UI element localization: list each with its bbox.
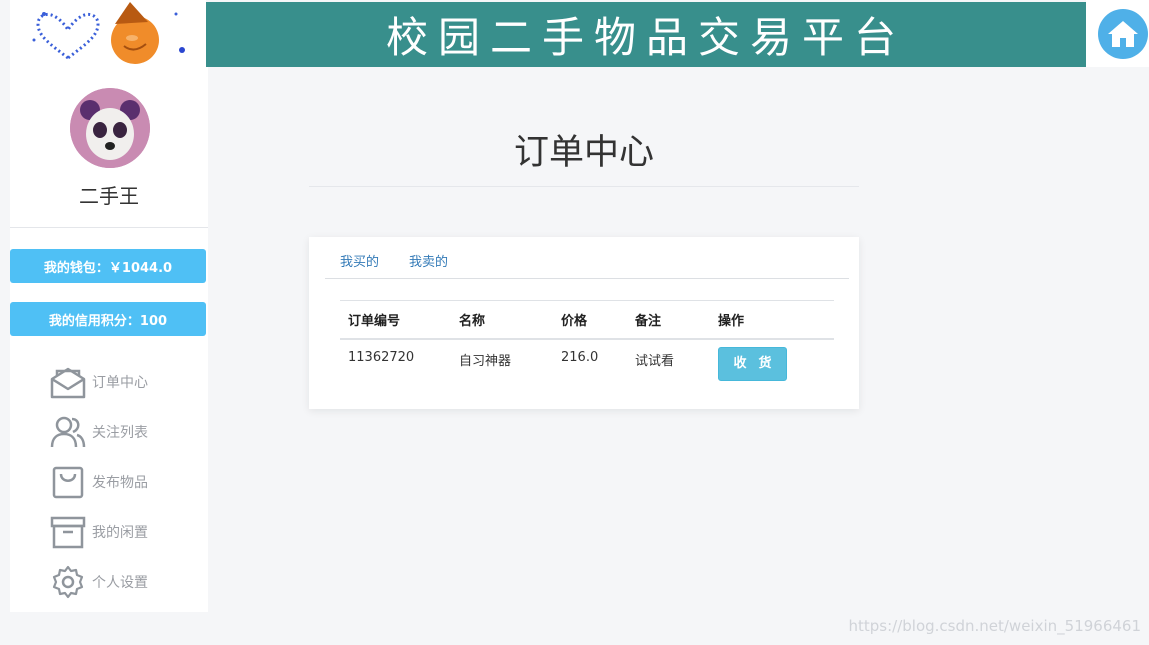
sidebar-item-follow-list[interactable]: 关注列表 (10, 407, 208, 457)
avatar[interactable] (70, 88, 150, 168)
page-title: 订单中心 (513, 133, 654, 173)
logo-graphic (32, 2, 185, 64)
order-number-cell: 11362720 (348, 349, 415, 365)
panda-avatar-image (70, 88, 150, 168)
site-banner-title: 校园二手物品交易平台 (206, 2, 1086, 67)
sidebar-item-label: 订单中心 (92, 375, 148, 391)
envelope-icon (49, 363, 87, 401)
orders-card: 我买的 我卖的 订单编号 名称 价格 备注 操作 11362720 自习神器 2… (309, 237, 859, 409)
orders-table: 订单编号 名称 价格 备注 操作 11362720 自习神器 216.0 试试看… (340, 300, 834, 381)
price-cell: 216.0 (561, 349, 599, 365)
title-divider (309, 186, 859, 187)
table-row: 11362720 自习神器 216.0 试试看 收货 (340, 339, 834, 381)
sidebar-item-order-center[interactable]: 订单中心 (10, 357, 208, 407)
tab-bought[interactable]: 我买的 (325, 237, 394, 278)
sidebar-item-my-idle[interactable]: 我的闲置 (10, 507, 208, 557)
order-tabs: 我买的 我卖的 (325, 237, 849, 279)
username: 二手王 (79, 184, 139, 208)
sidebar: 二手王 我的钱包：￥1044.0 我的信用积分：100 订单中心 关注列表 发布… (10, 67, 208, 612)
note-cell: 试试看 (635, 353, 675, 369)
column-header-price: 价格 (553, 300, 627, 340)
site-logo (10, 0, 206, 67)
bag-icon (49, 463, 87, 501)
sidebar-item-publish[interactable]: 发布物品 (10, 457, 208, 507)
table-header-row: 订单编号 名称 价格 备注 操作 (340, 300, 834, 340)
column-header-order-no: 订单编号 (340, 300, 451, 340)
tab-sold[interactable]: 我卖的 (394, 237, 463, 278)
sidebar-nav: 订单中心 关注列表 发布物品 我的闲置 个人设置 (10, 357, 208, 607)
sidebar-item-settings[interactable]: 个人设置 (10, 557, 208, 607)
sidebar-item-label: 关注列表 (92, 425, 148, 441)
archive-icon (49, 513, 87, 551)
sidebar-item-label: 个人设置 (92, 575, 148, 591)
divider (10, 227, 208, 228)
receive-goods-button[interactable]: 收货 (718, 346, 787, 381)
sidebar-item-label: 发布物品 (92, 475, 148, 491)
action-cell: 收货 (710, 339, 834, 381)
home-icon (1108, 21, 1138, 47)
sidebar-item-label: 我的闲置 (92, 525, 148, 541)
gear-icon (49, 563, 87, 601)
column-header-note: 备注 (627, 300, 710, 340)
item-name-cell: 自习神器 (459, 353, 512, 369)
watermark: https://blog.csdn.net/weixin_51966461 (848, 617, 1141, 635)
column-header-action: 操作 (710, 300, 834, 340)
users-icon (49, 413, 87, 451)
wallet-button[interactable]: 我的钱包：￥1044.0 (10, 249, 206, 283)
home-button[interactable] (1098, 9, 1148, 59)
column-header-name: 名称 (451, 300, 553, 340)
credit-score-button[interactable]: 我的信用积分：100 (10, 302, 206, 336)
